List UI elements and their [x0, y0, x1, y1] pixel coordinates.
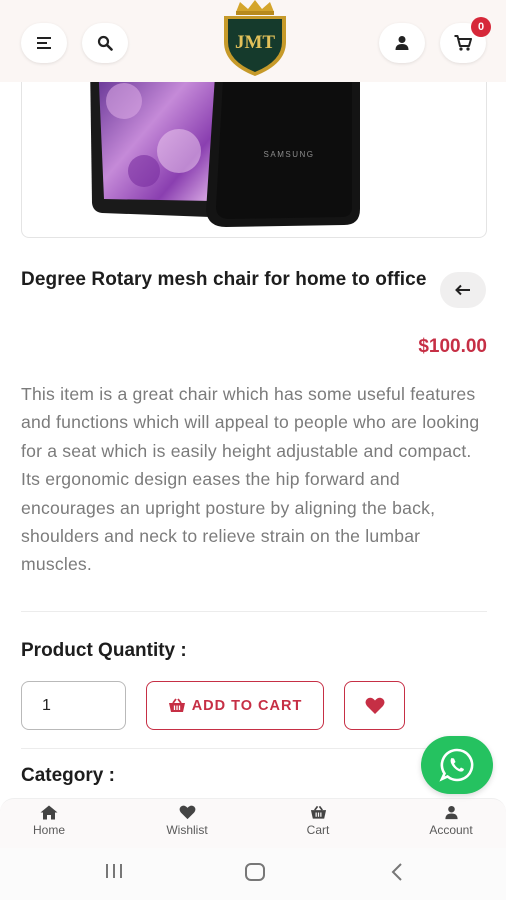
logo-text: JMT [235, 32, 275, 53]
nav-cart[interactable]: Cart [273, 805, 363, 837]
whatsapp-chat-button[interactable] [421, 736, 493, 794]
nav-home[interactable]: Home [4, 805, 94, 837]
whatsapp-icon [439, 748, 474, 782]
product-image: SAMSUNG [90, 61, 360, 227]
nav-cart-label: Cart [306, 823, 330, 837]
nav-account-label: Account [429, 823, 473, 837]
nav-wishlist[interactable]: Wishlist [142, 805, 232, 837]
product-image-card[interactable]: SAMSUNG [21, 60, 487, 238]
quantity-input[interactable] [21, 681, 126, 730]
divider [21, 611, 487, 612]
search-button[interactable] [82, 23, 128, 63]
arrow-left-icon [455, 284, 470, 296]
divider [21, 748, 487, 749]
basket-icon [168, 698, 185, 712]
nav-account[interactable]: Account [406, 805, 496, 837]
cart-icon [454, 35, 472, 51]
category-label: Category : [21, 765, 115, 786]
home-icon [40, 805, 58, 820]
user-icon [444, 805, 458, 820]
user-icon [395, 36, 409, 50]
menu-button[interactable] [21, 23, 67, 63]
home-system-icon[interactable] [244, 862, 266, 882]
account-button[interactable] [379, 23, 425, 63]
back-button[interactable] [440, 272, 486, 308]
system-navigation-bar [0, 848, 506, 900]
product-price: $100.00 [418, 336, 487, 357]
recent-apps-icon[interactable] [104, 862, 124, 880]
quantity-label: Product Quantity : [21, 640, 187, 661]
product-title: Degree Rotary mesh chair for home to off… [21, 269, 427, 290]
add-to-wishlist-button[interactable] [344, 681, 405, 730]
brand-text: SAMSUNG [264, 150, 315, 159]
add-to-cart-label: ADD TO CART [191, 697, 303, 714]
app-header: JMT 0 [0, 0, 506, 82]
add-to-cart-button[interactable]: ADD TO CART [146, 681, 324, 730]
search-icon [97, 35, 113, 51]
menu-icon [37, 37, 51, 49]
brand-logo[interactable]: JMT [220, 0, 290, 80]
heart-icon [365, 697, 384, 714]
nav-wishlist-label: Wishlist [166, 823, 208, 837]
product-description: This item is a great chair which has som… [21, 384, 480, 575]
basket-icon [310, 805, 326, 819]
nav-home-label: Home [32, 823, 65, 837]
cart-count-badge: 0 [471, 17, 491, 37]
bottom-navigation: Home Wishlist Cart Account [0, 798, 506, 848]
heart-icon [179, 805, 195, 820]
back-system-icon[interactable] [390, 862, 404, 882]
cart-button[interactable]: 0 [440, 17, 491, 63]
